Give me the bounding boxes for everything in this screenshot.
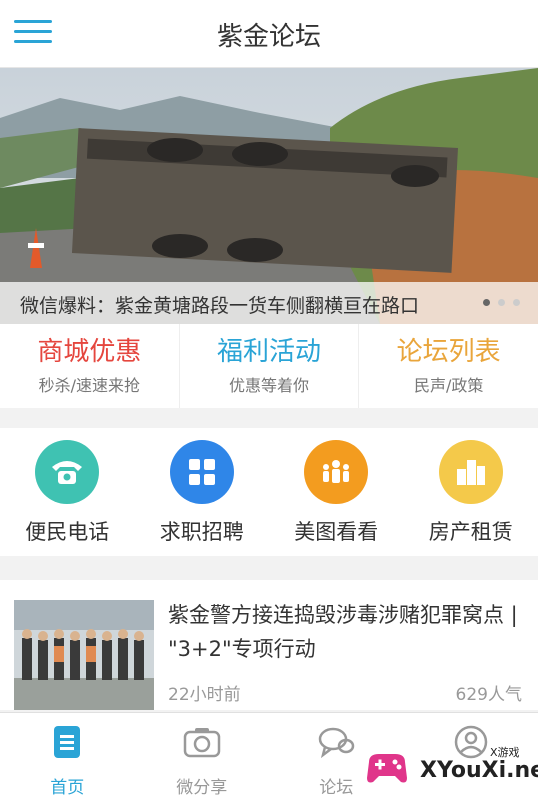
- banner-caption: 微信爆料：紫金黄塘路段一货车侧翻横亘在路口: [20, 295, 420, 317]
- tab-home[interactable]: 首页: [0, 713, 135, 800]
- carousel-dot[interactable]: [498, 299, 505, 306]
- carousel-dot[interactable]: [483, 299, 490, 306]
- carousel-dot[interactable]: [513, 299, 520, 306]
- service-label: 房产租赁: [428, 520, 513, 544]
- promo-subtitle: 民声/政策: [413, 376, 484, 395]
- service-label: 美图看看: [294, 520, 379, 544]
- service-grid: 便民电话 求职招聘 美图看看 房产租赁: [0, 428, 538, 556]
- bottom-tab-bar: 首页 微分享 论坛: [0, 712, 538, 800]
- news-banner-carousel[interactable]: 微信爆料：紫金黄塘路段一货车侧翻横亘在路口: [0, 68, 538, 324]
- news-title: 紫金警方接连捣毁涉毒涉赌犯罪窝点 | "3+2"专项行动: [168, 603, 518, 661]
- grid-icon: [169, 440, 234, 504]
- carousel-indicators: [483, 299, 520, 306]
- promo-forum-list[interactable]: 论坛列表 民声/政策: [359, 324, 538, 408]
- app-header: 紫金论坛: [0, 0, 538, 68]
- promo-subtitle: 优惠等着你: [229, 376, 310, 395]
- promo-subtitle: 秒杀/速速来抢: [38, 376, 141, 395]
- watermark-brand: XYouXi.net: [420, 758, 538, 783]
- promo-title: 福利活动: [217, 337, 322, 367]
- telephone-icon: [35, 440, 100, 504]
- promo-title: 论坛列表: [396, 337, 501, 367]
- gamepad-watermark-icon: [367, 754, 407, 783]
- promo-row: 商城优惠 秒杀/速速来抢 福利活动 优惠等着你 论坛列表 民声/政策: [0, 324, 538, 408]
- home-doc-icon: [54, 726, 81, 758]
- banner-caption-bar: 微信爆料：紫金黄塘路段一货车侧翻横亘在路口: [0, 282, 538, 324]
- promo-title: 商城优惠: [37, 337, 142, 367]
- profile-icon: [454, 725, 487, 759]
- page-title: 紫金论坛: [216, 22, 321, 52]
- buildings-icon: [438, 440, 503, 504]
- news-time: 22小时前: [168, 685, 241, 705]
- tab-share[interactable]: 微分享: [135, 713, 270, 800]
- service-photos[interactable]: 美图看看: [269, 428, 404, 556]
- news-views: 629人气: [455, 685, 522, 705]
- service-label: 求职招聘: [159, 520, 244, 544]
- chat-icon: [319, 727, 355, 759]
- promo-welfare-events[interactable]: 福利活动 优惠等着你: [180, 324, 360, 408]
- tab-label: 首页: [50, 778, 85, 798]
- promo-mall-deals[interactable]: 商城优惠 秒杀/速速来抢: [0, 324, 180, 408]
- people-icon: [304, 440, 369, 504]
- tab-label: 微分享: [176, 778, 228, 798]
- news-thumbnail: [14, 600, 154, 710]
- service-label: 便民电话: [25, 520, 110, 544]
- service-housing[interactable]: 房产租赁: [404, 428, 538, 556]
- camera-icon: [183, 728, 220, 758]
- service-jobs[interactable]: 求职招聘: [135, 428, 270, 556]
- news-list-item[interactable]: 紫金警方接连捣毁涉毒涉赌犯罪窝点 | "3+2"专项行动 22小时前 629人气: [0, 580, 538, 710]
- service-phone[interactable]: 便民电话: [0, 428, 135, 556]
